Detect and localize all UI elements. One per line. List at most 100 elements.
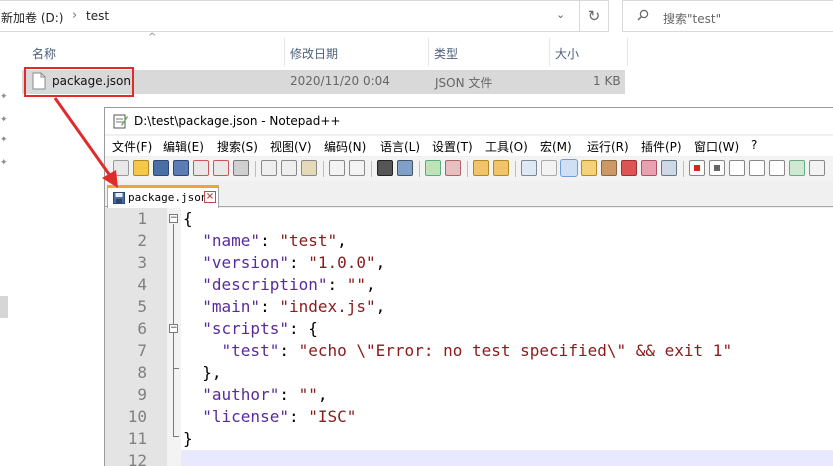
- sync-vertical-icon[interactable]: [473, 160, 489, 176]
- column-header-type[interactable]: 类型: [434, 45, 458, 73]
- file-size: 1 KB: [593, 74, 621, 88]
- folder-workspace-icon[interactable]: [641, 160, 657, 176]
- print-icon[interactable]: [233, 160, 249, 176]
- doc-map-icon[interactable]: [601, 160, 617, 176]
- cut-icon[interactable]: [261, 160, 277, 176]
- new-file-icon[interactable]: [113, 160, 129, 176]
- line-number: 3: [137, 253, 147, 272]
- chevron-down-icon[interactable]: ⌄: [556, 8, 565, 21]
- code-line[interactable]: 2 "name": "test",: [105, 230, 833, 252]
- code-line[interactable]: 5 "main": "index.js",: [105, 296, 833, 318]
- menu-window[interactable]: 窗口(W): [694, 138, 739, 155]
- menu-edit[interactable]: 编辑(E): [163, 138, 204, 155]
- menu-settings[interactable]: 设置(T): [432, 138, 473, 155]
- menu-language[interactable]: 语言(L): [380, 138, 420, 155]
- json-punctuation: [183, 231, 202, 250]
- toolbar-separator: [419, 161, 420, 177]
- column-divider[interactable]: [428, 38, 429, 66]
- line-number: 5: [137, 297, 147, 316]
- json-punctuation: [183, 297, 202, 316]
- code-line[interactable]: 6 "scripts": {: [105, 318, 833, 340]
- menu-tools[interactable]: 工具(O): [485, 138, 528, 155]
- json-punctuation: ,: [317, 385, 328, 404]
- tab-package-json[interactable]: package.json ×: [107, 185, 219, 208]
- toolbar-more-icon[interactable]: [809, 160, 825, 176]
- code-line[interactable]: 8 },: [105, 362, 833, 384]
- open-folder-icon[interactable]: [133, 160, 149, 176]
- search-box[interactable]: 搜索"test": [622, 0, 833, 32]
- close-all-icon[interactable]: [213, 160, 229, 176]
- indent-guide-icon[interactable]: [560, 159, 578, 177]
- line-number: 4: [137, 275, 147, 294]
- column-divider[interactable]: [627, 38, 628, 66]
- json-punctuation: }: [183, 429, 193, 448]
- undo-icon[interactable]: [329, 160, 345, 176]
- save-all-icon[interactable]: [173, 160, 189, 176]
- pin-icon[interactable]: ✦: [0, 92, 8, 102]
- window-title: D:\test\package.json - Notepad++: [134, 114, 341, 128]
- pin-icon[interactable]: ✦: [0, 135, 8, 145]
- close-file-icon[interactable]: [193, 160, 209, 176]
- search-input[interactable]: 搜索"test": [663, 10, 721, 27]
- menu-file[interactable]: 文件(F): [112, 138, 152, 155]
- copy-icon[interactable]: [281, 160, 297, 176]
- show-all-chars-icon[interactable]: [541, 160, 557, 176]
- redo-icon[interactable]: [349, 160, 365, 176]
- function-list-icon[interactable]: [621, 160, 637, 176]
- play-macro-icon[interactable]: [729, 160, 745, 176]
- json-punctuation: ,: [337, 231, 347, 250]
- stop-macro-icon[interactable]: [709, 160, 725, 176]
- tab-close-icon[interactable]: ×: [204, 191, 216, 203]
- pin-icon[interactable]: ✦: [0, 115, 8, 125]
- menu-encoding[interactable]: 编码(N): [324, 138, 366, 155]
- annotation-highlight-box: [24, 67, 134, 97]
- code-line[interactable]: 3 "version": "1.0.0",: [105, 252, 833, 274]
- code-line[interactable]: 9 "author": "",: [105, 384, 833, 406]
- code-line[interactable]: 11}: [105, 428, 833, 450]
- paste-icon[interactable]: [301, 160, 317, 176]
- pin-icon[interactable]: ✦: [0, 158, 8, 168]
- json-punctuation: ,: [366, 275, 376, 294]
- save-icon[interactable]: [153, 160, 169, 176]
- breadcrumb-folder[interactable]: test: [86, 9, 109, 23]
- breadcrumb-drive[interactable]: 新加卷 (D:): [1, 9, 63, 26]
- menu-search[interactable]: 搜索(S): [217, 138, 258, 155]
- line-number: 11: [127, 429, 147, 448]
- monitoring-icon[interactable]: [661, 160, 677, 176]
- line-number: 2: [137, 231, 147, 250]
- refresh-button[interactable]: ↻: [579, 0, 609, 32]
- menu-help[interactable]: ?: [751, 138, 757, 152]
- address-bar[interactable]: 新加卷 (D:) › test ⌄: [0, 0, 608, 32]
- code-editor[interactable]: − − 1{2 "name": "test", 3 "version": "1.0…: [105, 208, 833, 466]
- code-text: "name": "test",: [183, 231, 347, 250]
- menu-run[interactable]: 运行(R): [587, 138, 629, 155]
- replace-icon[interactable]: [397, 160, 413, 176]
- spell-check-icon[interactable]: [789, 160, 805, 176]
- column-header-size[interactable]: 大小: [555, 45, 579, 73]
- column-header-modified[interactable]: 修改日期: [290, 45, 338, 73]
- find-icon[interactable]: [377, 160, 393, 176]
- code-line[interactable]: 10 "license": "ISC": [105, 406, 833, 428]
- save-macro-icon[interactable]: [769, 160, 785, 176]
- code-line[interactable]: 1{: [105, 208, 833, 230]
- code-line[interactable]: 12: [105, 450, 833, 466]
- code-line[interactable]: 4 "description": "",: [105, 274, 833, 296]
- scrollbar-thumb[interactable]: [0, 296, 8, 318]
- json-punctuation: },: [183, 363, 222, 382]
- toolbar: [105, 157, 833, 181]
- menu-plugins[interactable]: 插件(P): [641, 138, 682, 155]
- code-line[interactable]: 7 "test": "echo \"Error: no test specifi…: [105, 340, 833, 362]
- sync-horizontal-icon[interactable]: [493, 160, 509, 176]
- play-multiple-icon[interactable]: [749, 160, 765, 176]
- record-macro-icon[interactable]: [689, 160, 705, 176]
- title-bar[interactable]: D:\test\package.json - Notepad++: [105, 108, 833, 134]
- menu-macro[interactable]: 宏(M): [540, 138, 572, 155]
- zoom-in-icon[interactable]: [425, 160, 441, 176]
- menu-view[interactable]: 视图(V): [270, 138, 312, 155]
- column-divider[interactable]: [549, 38, 550, 66]
- word-wrap-icon[interactable]: [521, 160, 537, 176]
- user-language-icon[interactable]: [581, 160, 597, 176]
- zoom-out-icon[interactable]: [445, 160, 461, 176]
- line-number: 10: [127, 407, 147, 426]
- column-divider[interactable]: [284, 38, 285, 66]
